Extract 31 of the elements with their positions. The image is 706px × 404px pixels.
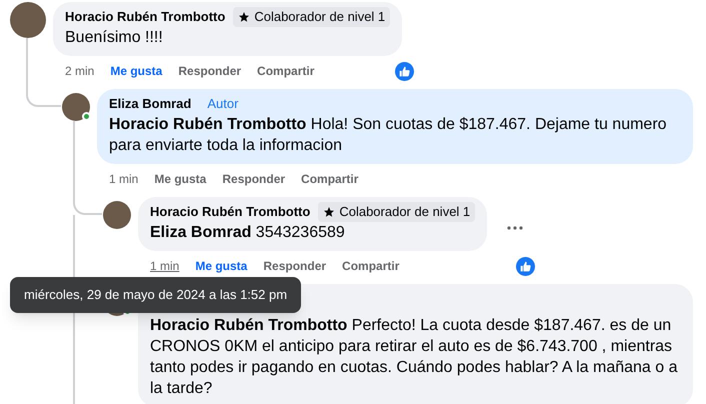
like-button[interactable]: Me gusta: [110, 62, 162, 80]
reply-button[interactable]: Responder: [178, 62, 242, 80]
thumbs-up-icon[interactable]: [395, 62, 414, 80]
reply-button[interactable]: Responder: [222, 170, 286, 188]
timestamp-link[interactable]: 1 min: [150, 257, 180, 275]
avatar[interactable]: [103, 201, 131, 229]
more-options-button[interactable]: [507, 226, 524, 230]
reply-button[interactable]: Responder: [263, 257, 326, 275]
share-button[interactable]: Compartir: [342, 257, 400, 275]
timestamp-link[interactable]: 2 min: [65, 62, 94, 80]
contributor-badge: Colaborador de nivel 1: [233, 7, 390, 27]
share-button[interactable]: Compartir: [301, 170, 358, 188]
author-name[interactable]: Horacio Rubén Trombotto: [65, 9, 226, 25]
avatar[interactable]: [10, 2, 46, 38]
like-button[interactable]: Me gusta: [195, 257, 248, 275]
like-button[interactable]: Me gusta: [154, 170, 206, 188]
contributor-badge: Colaborador de nivel 1: [318, 202, 476, 222]
comment-text: Buenísimo !!!!: [65, 28, 164, 48]
comment-text: Horacio Rubén Trombotto Hola! Son cuotas de $187.467. Dejame tu numero para enviarte toda la informacion: [109, 115, 668, 156]
author-name[interactable]: Horacio Rubén Trombotto: [150, 204, 310, 220]
comment-text: Eliza Bomrad 3543236589: [150, 223, 346, 243]
date-tooltip: miércoles, 29 de mayo de 2024 a las 1:52 pm: [10, 277, 302, 312]
timestamp-link[interactable]: 1 min: [109, 170, 138, 188]
thumbs-up-icon[interactable]: [516, 256, 536, 276]
author-name[interactable]: Eliza Bomrad: [109, 96, 192, 112]
star-icon: [238, 11, 250, 23]
avatar[interactable]: [62, 93, 90, 121]
author-tag: Autor: [207, 96, 238, 112]
comment-text: Horacio Rubén Trombotto Perfecto! La cuota desde $187.467. es de un CRONOS 0KM el anticipo para retirar el auto es de $6.743.700 , mientras tanto podes ir pagando en cuotas. Cuándo podes hablar? A la mañana o a la tarde?: [150, 316, 679, 399]
share-button[interactable]: Compartir: [257, 62, 314, 80]
star-icon: [323, 206, 336, 218]
